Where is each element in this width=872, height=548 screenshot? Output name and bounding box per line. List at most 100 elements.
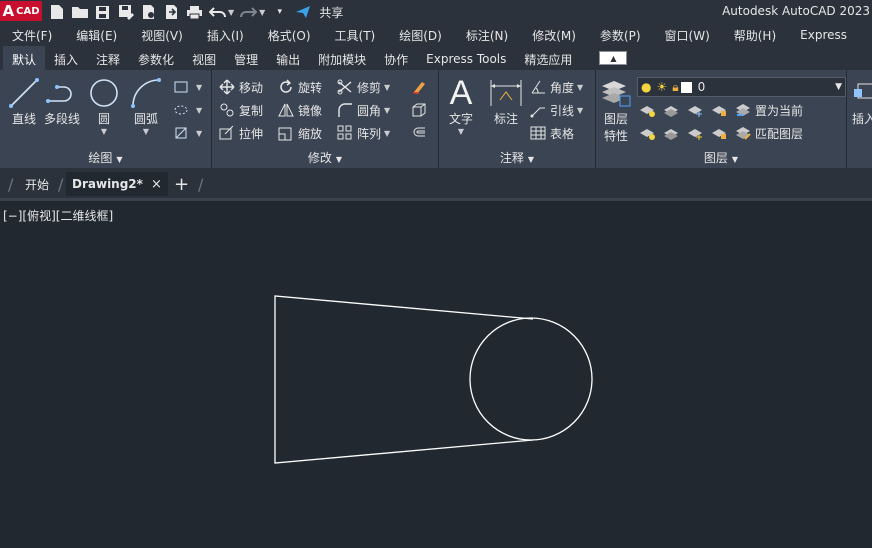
layer-tool-6[interactable] bbox=[662, 124, 683, 142]
tab-manage[interactable]: 管理 bbox=[225, 48, 267, 70]
circle-button[interactable]: 圆 ▼ bbox=[88, 76, 120, 136]
trim-dropdown-icon[interactable]: ▼ bbox=[384, 83, 390, 92]
circle-dropdown-icon[interactable]: ▼ bbox=[101, 127, 107, 136]
rectangle-dropdown-icon[interactable]: ▼ bbox=[196, 83, 202, 92]
layer-tool-4[interactable] bbox=[710, 101, 731, 119]
menu-window[interactable]: 窗口(W) bbox=[653, 27, 722, 44]
erase-button[interactable] bbox=[410, 78, 431, 96]
dimension-button[interactable]: 标注 bbox=[489, 76, 523, 127]
undo-dropdown-icon[interactable]: ▼ bbox=[228, 8, 234, 17]
match-layer-button[interactable]: 匹配图层 bbox=[734, 124, 803, 142]
menu-tools[interactable]: 工具(T) bbox=[323, 27, 388, 44]
panel-layers-title[interactable]: 图层 ▼ bbox=[596, 149, 846, 166]
array-dropdown-icon[interactable]: ▼ bbox=[384, 129, 390, 138]
tab-insert[interactable]: 插入 bbox=[45, 48, 87, 70]
menu-view[interactable]: 视图(V) bbox=[129, 27, 195, 44]
mirror-button[interactable]: 镜像 bbox=[277, 101, 322, 119]
copy-button[interactable]: 复制 bbox=[218, 101, 263, 119]
save-icon[interactable] bbox=[94, 4, 111, 21]
publish-icon[interactable] bbox=[140, 4, 157, 21]
leader-button[interactable]: 引线 ▼ bbox=[529, 101, 583, 119]
layer-tool-3[interactable] bbox=[686, 101, 707, 119]
tab-express-tools[interactable]: Express Tools bbox=[417, 48, 515, 70]
undo-icon[interactable] bbox=[209, 4, 226, 21]
fillet-dropdown-icon[interactable]: ▼ bbox=[384, 106, 390, 115]
tab-default[interactable]: 默认 bbox=[3, 46, 46, 70]
set-current-button[interactable]: 置为当前 bbox=[734, 101, 803, 119]
menu-edit[interactable]: 编辑(E) bbox=[64, 27, 129, 44]
redo-icon[interactable] bbox=[240, 4, 258, 21]
trim-button[interactable]: 修剪 ▼ bbox=[336, 78, 390, 96]
rectangle-button[interactable]: ▼ bbox=[172, 78, 202, 96]
customize-icon[interactable]: ▾ bbox=[271, 4, 288, 21]
share-icon[interactable] bbox=[294, 4, 311, 21]
layer-properties-button[interactable]: 图层 特性 bbox=[600, 76, 632, 144]
new-file-icon[interactable] bbox=[48, 4, 65, 21]
angular-dropdown-icon[interactable]: ▼ bbox=[577, 83, 583, 92]
tab-parametric[interactable]: 参数化 bbox=[129, 48, 183, 70]
ribbon-minimize-icon[interactable]: ▲ bbox=[599, 51, 628, 65]
tab-collaborate[interactable]: 协作 bbox=[375, 48, 417, 70]
menu-format[interactable]: 格式(O) bbox=[256, 27, 323, 44]
menu-insert[interactable]: 插入(I) bbox=[195, 27, 256, 44]
new-tab-button[interactable]: + bbox=[174, 172, 189, 196]
layer-tool-7[interactable] bbox=[686, 124, 707, 142]
solid-edit-button[interactable] bbox=[410, 101, 431, 119]
menu-modify[interactable]: 修改(M) bbox=[520, 27, 588, 44]
hatch-dropdown-icon[interactable]: ▼ bbox=[196, 106, 202, 115]
tangent-polyline[interactable] bbox=[274, 295, 534, 464]
menu-dimension[interactable]: 标注(N) bbox=[454, 27, 520, 44]
hatch-button[interactable]: ▼ bbox=[172, 101, 202, 119]
arc-dropdown-icon[interactable]: ▼ bbox=[143, 127, 149, 136]
text-button[interactable]: A 文字 ▼ bbox=[449, 74, 473, 137]
light-bulb-icon[interactable]: ● bbox=[641, 80, 651, 94]
menu-draw[interactable]: 绘图(D) bbox=[387, 27, 454, 44]
start-tab[interactable]: 开始 bbox=[25, 172, 49, 196]
drawing-canvas[interactable]: [−][俯视][二维线框] bbox=[0, 198, 872, 548]
table-button[interactable]: 表格 bbox=[529, 124, 574, 142]
tab-annotate[interactable]: 注释 bbox=[87, 48, 129, 70]
menu-parametric[interactable]: 参数(P) bbox=[588, 27, 653, 44]
boundary-dropdown-icon[interactable]: ▼ bbox=[196, 129, 202, 138]
text-dropdown-icon[interactable]: ▼ bbox=[458, 127, 464, 136]
close-icon[interactable]: × bbox=[151, 177, 162, 192]
layer-tool-1[interactable] bbox=[638, 101, 659, 119]
offset-button[interactable] bbox=[410, 124, 431, 142]
move-button[interactable]: 移动 bbox=[218, 78, 263, 96]
layer-tool-5[interactable] bbox=[638, 124, 659, 142]
panel-annotation-title[interactable]: 注释 ▼ bbox=[439, 149, 595, 166]
circle-entity[interactable] bbox=[469, 317, 593, 441]
drawing-tab[interactable]: Drawing2* × bbox=[66, 172, 168, 196]
layer-tool-8[interactable] bbox=[710, 124, 731, 142]
leader-dropdown-icon[interactable]: ▼ bbox=[577, 106, 583, 115]
layer-color-swatch[interactable] bbox=[680, 81, 692, 93]
array-button[interactable]: 阵列 ▼ bbox=[336, 124, 390, 142]
panel-modify-title[interactable]: 修改 ▼ bbox=[212, 149, 438, 166]
sun-icon[interactable]: ☀ bbox=[656, 80, 667, 94]
tab-featured-apps[interactable]: 精选应用 bbox=[515, 48, 581, 70]
layer-dropdown[interactable]: ● ☀ 🔒︎ 0 ▼ bbox=[637, 77, 846, 97]
boundary-button[interactable]: ▼ bbox=[172, 124, 202, 142]
menu-file[interactable]: 文件(F) bbox=[0, 27, 64, 44]
menu-express[interactable]: Express bbox=[788, 28, 859, 42]
redo-dropdown-icon[interactable]: ▼ bbox=[259, 8, 265, 17]
open-folder-icon[interactable] bbox=[71, 4, 88, 21]
scale-button[interactable]: 缩放 bbox=[277, 124, 322, 142]
tab-addins[interactable]: 附加模块 bbox=[309, 48, 375, 70]
export-icon[interactable] bbox=[163, 4, 180, 21]
arc-button[interactable]: 圆弧 ▼ bbox=[130, 76, 162, 136]
panel-draw-title[interactable]: 绘图 ▼ bbox=[0, 149, 211, 166]
lock-icon[interactable]: 🔒︎ bbox=[672, 80, 678, 95]
rotate-button[interactable]: 旋转 bbox=[277, 78, 322, 96]
print-icon[interactable] bbox=[186, 4, 203, 21]
tab-view[interactable]: 视图 bbox=[183, 48, 225, 70]
angular-button[interactable]: 角度 ▼ bbox=[529, 78, 583, 96]
layer-tool-2[interactable] bbox=[662, 101, 683, 119]
fillet-button[interactable]: 圆角 ▼ bbox=[336, 101, 390, 119]
tab-output[interactable]: 输出 bbox=[267, 48, 309, 70]
polyline-button[interactable]: 多段线 bbox=[44, 76, 80, 127]
insert-block-button[interactable]: 插入 bbox=[852, 76, 872, 127]
share-button[interactable]: 共享 bbox=[319, 4, 343, 21]
line-button[interactable]: 直线 bbox=[8, 76, 40, 127]
menu-help[interactable]: 帮助(H) bbox=[722, 27, 788, 44]
